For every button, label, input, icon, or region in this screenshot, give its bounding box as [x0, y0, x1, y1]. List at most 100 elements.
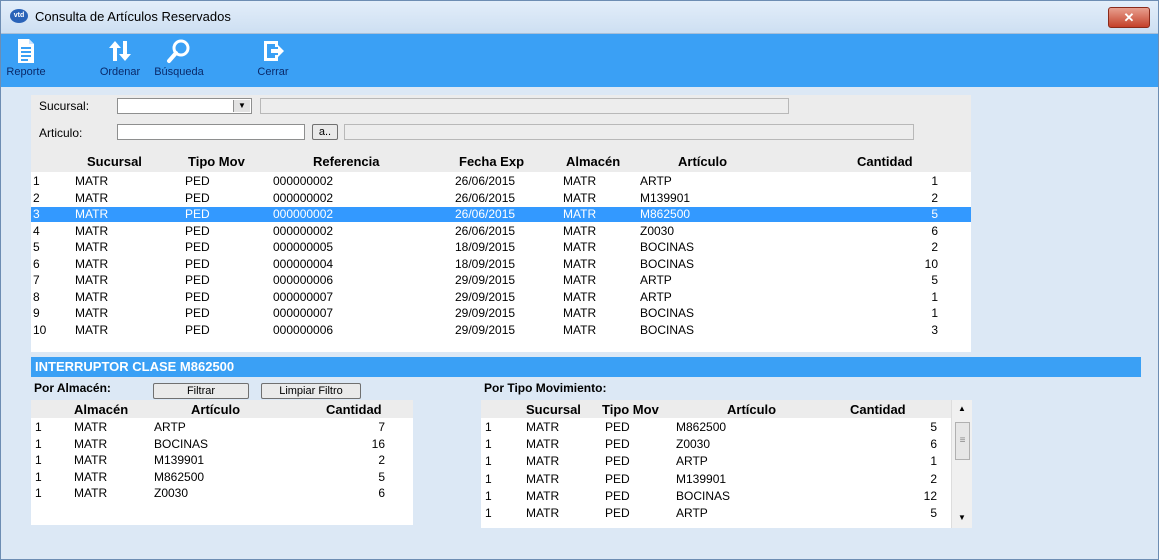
table-cell: 1 — [33, 174, 40, 188]
table-row[interactable]: 1 MATR M139901 2 — [31, 453, 413, 468]
table-row[interactable]: 1 MATR PED ARTP 5 — [481, 506, 951, 521]
filter-button[interactable]: Filtrar — [153, 383, 249, 399]
table-row[interactable]: 1 MATR PED Z0030 6 — [481, 437, 951, 452]
table-cell: 1 — [485, 471, 492, 486]
table-cell: 000000007 — [273, 289, 334, 304]
table-cell: BOCINAS — [640, 322, 695, 337]
table-cell: 26/06/2015 — [455, 223, 516, 238]
clear-filter-button[interactable]: Limpiar Filtro — [261, 383, 361, 399]
table-cell: BOCINAS — [676, 488, 731, 503]
table-cell: PED — [185, 240, 210, 254]
app-logo-icon: vtd — [10, 9, 28, 23]
table-cell: 1 — [485, 506, 492, 520]
table-cell: 1 — [35, 453, 42, 467]
almacen-grid[interactable]: Almacén Artículo Cantidad 1 MATR ARTP 7 1 MAT… — [31, 400, 413, 525]
table-cell: PED — [185, 256, 210, 271]
table-cell: PED — [605, 506, 630, 520]
table-cell: 1 — [485, 420, 492, 434]
col-tipo-mov[interactable]: Tipo Mov — [188, 154, 245, 169]
table-row[interactable]: 9 MATR PED 000000007 29/09/2015 MATR BOCINAS 1 — [31, 306, 971, 321]
table-cell: 26/06/2015 — [455, 190, 516, 205]
table-cell: 1 — [931, 306, 938, 320]
main-content: Sucursal: ▼ Articulo: a.. Sucursal Tipo … — [1, 87, 1158, 559]
table-cell: 2 — [378, 453, 385, 467]
table-cell: PED — [605, 437, 630, 452]
table-row[interactable]: 2 MATR PED 000000002 26/06/2015 MATR M139901 2 — [31, 191, 971, 206]
table-cell: 29/09/2015 — [455, 322, 516, 337]
table-cell: PED — [605, 488, 630, 503]
table-row[interactable]: 7 MATR PED 000000006 29/09/2015 MATR ARTP 5 — [31, 273, 971, 288]
table-cell: M139901 — [676, 471, 727, 486]
por-almacen-label: Por Almacén: — [34, 381, 111, 395]
articulo-lookup-button[interactable]: a.. — [312, 124, 338, 140]
col-almacen[interactable]: Almacén — [566, 154, 620, 169]
table-cell: 000000007 — [273, 306, 334, 320]
close-button[interactable]: ✕ — [1108, 7, 1150, 28]
sucursal-dropdown[interactable]: ▼ — [117, 98, 252, 114]
scroll-thumb[interactable]: ≡ — [955, 422, 970, 460]
table-cell: BOCINAS — [640, 306, 695, 320]
table-row[interactable]: 1 MATR ARTP 7 — [31, 420, 413, 435]
table-cell: BOCINAS — [640, 256, 695, 271]
table-row[interactable]: 10 MATR PED 000000006 29/09/2015 MATR BOCINAS 3 — [31, 323, 971, 338]
table-row[interactable]: 5 MATR PED 000000005 18/09/2015 MATR BOCINAS 2 — [31, 240, 971, 255]
exit-button[interactable]: Cerrar — [256, 38, 290, 78]
table-row[interactable]: 6 MATR PED 000000004 18/09/2015 MATR BOCINAS 10 — [31, 257, 971, 272]
table-cell: 2 — [33, 190, 40, 205]
table-row[interactable]: 1 MATR PED ARTP 1 — [481, 454, 951, 469]
col-cantidad[interactable]: Cantidad — [326, 402, 382, 417]
table-row[interactable]: 1 MATR PED 000000002 26/06/2015 MATR ARTP 1 — [31, 174, 971, 189]
tipo-movimiento-grid[interactable]: Sucursal Tipo Mov Artículo Cantidad 1 MAT… — [481, 400, 972, 528]
table-row[interactable]: 3 MATR PED 000000002 26/06/2015 MATR M862500 5 — [31, 207, 971, 222]
articulo-input[interactable] — [117, 124, 305, 140]
table-cell: 16 — [371, 436, 385, 451]
table-cell: PED — [185, 289, 210, 304]
col-articulo[interactable]: Artículo — [727, 402, 776, 417]
table-row[interactable]: 1 MATR PED M139901 2 — [481, 472, 951, 487]
table-cell: BOCINAS — [154, 436, 209, 451]
table-cell: 4 — [33, 223, 40, 238]
col-sucursal[interactable]: Sucursal — [87, 154, 142, 169]
col-cantidad[interactable]: Cantidad — [857, 154, 913, 169]
tipo-scrollbar[interactable]: ▲ ≡ ▼ — [951, 400, 972, 528]
table-cell: Z0030 — [640, 223, 675, 238]
almacen-grid-header: Almacén Artículo Cantidad — [31, 400, 413, 418]
scroll-down-icon[interactable]: ▼ — [952, 513, 972, 522]
report-button[interactable]: Reporte — [3, 38, 49, 78]
sort-button[interactable]: Ordenar — [97, 38, 143, 78]
table-row[interactable]: 8 MATR PED 000000007 29/09/2015 MATR ARTP 1 — [31, 290, 971, 305]
table-cell: 9 — [33, 306, 40, 320]
col-articulo[interactable]: Artículo — [191, 402, 240, 417]
search-button[interactable]: Búsqueda — [149, 38, 209, 78]
scroll-up-icon[interactable]: ▲ — [952, 404, 972, 413]
col-tipo-mov[interactable]: Tipo Mov — [602, 402, 659, 417]
table-cell: ARTP — [640, 174, 672, 188]
table-row[interactable]: 1 MATR BOCINAS 16 — [31, 437, 413, 452]
col-articulo[interactable]: Artículo — [678, 154, 727, 169]
reservations-grid[interactable]: Sucursal Tipo Mov Referencia Fecha Exp A… — [31, 150, 971, 352]
table-cell: PED — [185, 322, 210, 337]
table-row[interactable]: 1 MATR PED BOCINAS 12 — [481, 489, 951, 504]
chevron-down-icon[interactable]: ▼ — [233, 100, 250, 112]
table-cell: M139901 — [640, 190, 691, 205]
table-cell: MATR — [563, 190, 597, 205]
table-cell: 5 — [931, 207, 938, 221]
table-cell: 000000002 — [273, 223, 334, 238]
search-icon — [167, 39, 190, 63]
sucursal-label: Sucursal: — [39, 99, 90, 113]
col-referencia[interactable]: Referencia — [313, 154, 379, 169]
table-cell: PED — [185, 223, 210, 238]
col-sucursal[interactable]: Sucursal — [526, 402, 581, 417]
table-row[interactable]: 1 MATR PED M862500 5 — [481, 420, 951, 435]
table-cell: 6 — [930, 437, 937, 452]
col-almacen[interactable]: Almacén — [74, 402, 128, 417]
table-row[interactable]: 4 MATR PED 000000002 26/06/2015 MATR Z0030 6 — [31, 224, 971, 239]
table-row[interactable]: 1 MATR Z0030 6 — [31, 486, 413, 501]
col-fecha-exp[interactable]: Fecha Exp — [459, 154, 524, 169]
table-cell: MATR — [563, 306, 597, 320]
col-cantidad[interactable]: Cantidad — [850, 402, 906, 417]
table-row[interactable]: 1 MATR M862500 5 — [31, 470, 413, 485]
app-window: vtd Consulta de Artículos Reservados ✕ R… — [0, 0, 1159, 560]
table-cell: 29/09/2015 — [455, 273, 516, 287]
table-cell: 1 — [485, 454, 492, 469]
